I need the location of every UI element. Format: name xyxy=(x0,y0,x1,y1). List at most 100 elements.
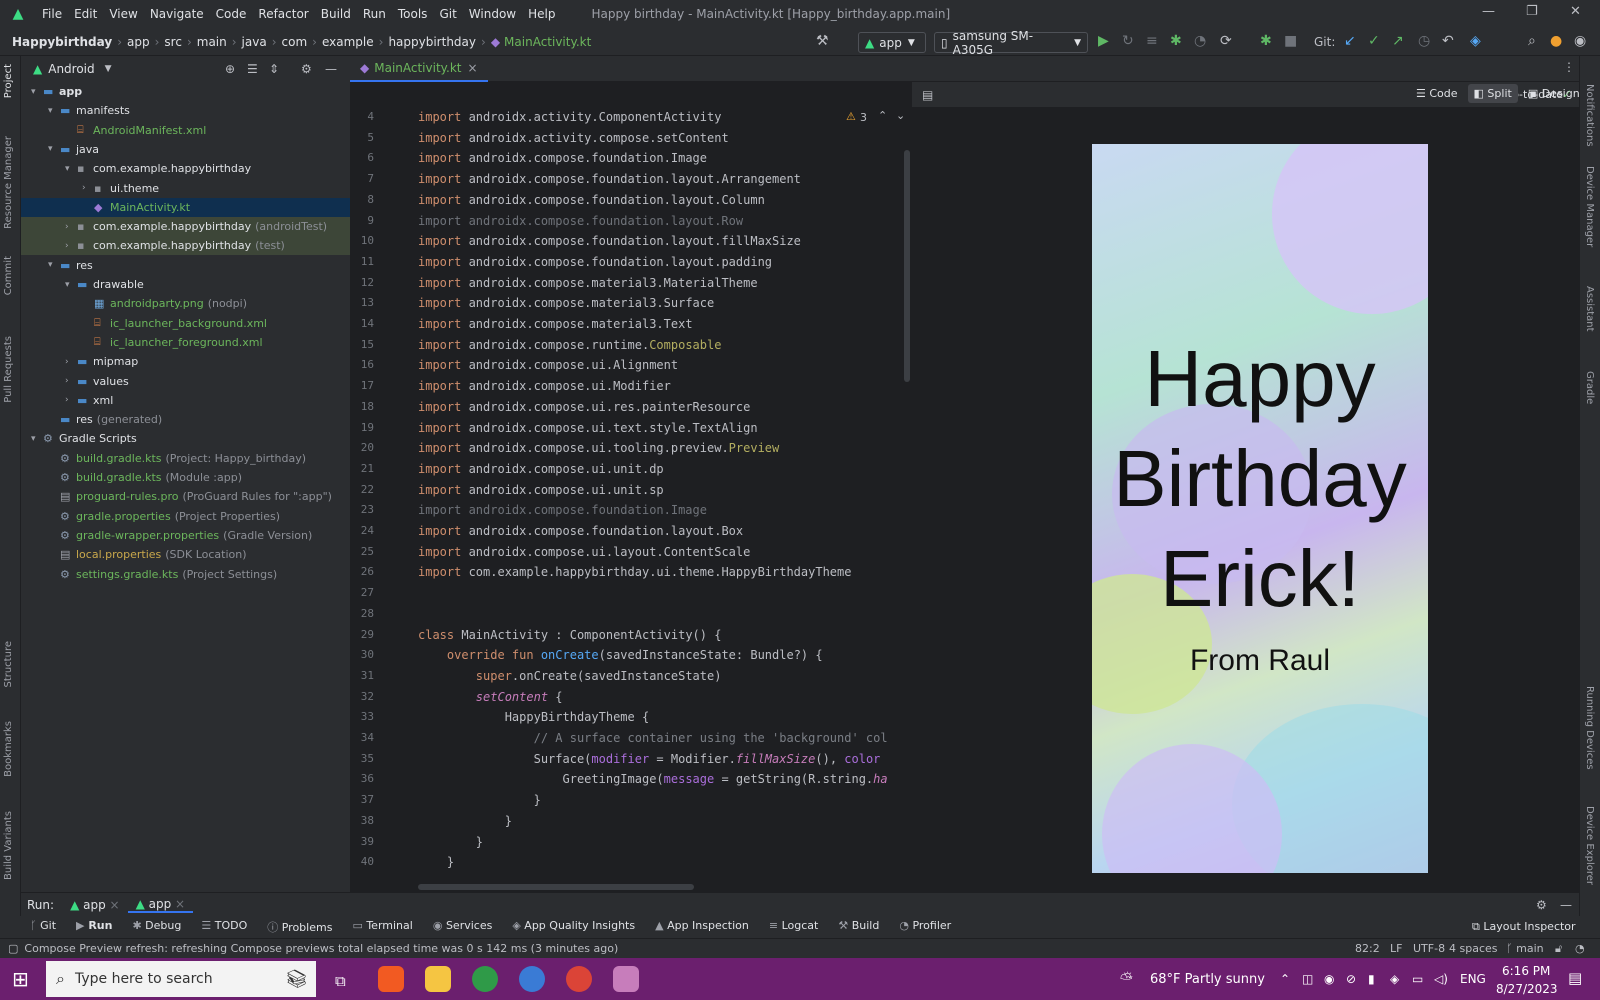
design-mode-button[interactable]: ▣ Design xyxy=(1522,84,1586,103)
run-icon[interactable]: ▶ xyxy=(1098,33,1109,49)
line-separator[interactable]: LF xyxy=(1390,942,1402,955)
menu-item-run[interactable]: Run xyxy=(357,7,392,21)
menu-item-edit[interactable]: Edit xyxy=(68,7,103,21)
tree-item[interactable]: ▾ ▬ java xyxy=(21,140,350,159)
git-commit-icon[interactable]: ✓ xyxy=(1368,33,1380,49)
lock-icon[interactable]: 🔓︎ xyxy=(1555,942,1562,956)
tree-item[interactable]: ▦ androidparty.png (nodpi) xyxy=(21,294,350,313)
display-icon[interactable]: ▭ xyxy=(1412,972,1423,986)
breadcrumb-item[interactable]: com xyxy=(280,35,310,49)
tree-item[interactable]: ⚙ settings.gradle.kts (Project Settings) xyxy=(21,565,350,584)
tree-item[interactable]: ⌸ ic_launcher_foreground.xml xyxy=(21,333,350,352)
indent-setting[interactable]: 4 spaces xyxy=(1449,942,1498,955)
debug-icon[interactable]: ✱ xyxy=(1170,33,1182,49)
hammer-icon[interactable]: ⚒ xyxy=(816,33,829,49)
rerun-icon[interactable]: ↻ xyxy=(1122,33,1134,49)
breadcrumb-item[interactable]: MainActivity.kt xyxy=(502,35,593,49)
chevron-up-icon[interactable]: ⌃ xyxy=(1280,972,1290,986)
chevron-right-icon[interactable]: › xyxy=(65,222,77,232)
clock-date[interactable]: 8/27/2023 xyxy=(1496,982,1558,996)
clock-time[interactable]: 6:16 PM xyxy=(1502,964,1550,978)
chevron-right-icon[interactable]: › xyxy=(65,357,77,367)
chevron-down-icon[interactable]: ▾ xyxy=(31,434,43,444)
network-icon[interactable]: ◈ xyxy=(1390,972,1399,986)
tree-item[interactable]: ▾ ▪ com.example.happybirthday xyxy=(21,159,350,178)
menu-item-view[interactable]: View xyxy=(103,7,143,21)
chevron-down-icon[interactable]: ▾ xyxy=(65,164,77,174)
menu-item-navigate[interactable]: Navigate xyxy=(144,7,210,21)
next-highlight-icon[interactable]: ⌄ xyxy=(896,109,905,122)
status-panel-icon[interactable]: ▢ xyxy=(0,942,24,955)
notification-center-icon[interactable]: ▤ xyxy=(1568,969,1582,987)
profile-icon[interactable]: ◔ xyxy=(1194,33,1206,49)
previous-highlight-icon[interactable]: ⌃ xyxy=(878,109,887,122)
tab-mainactivity[interactable]: ◆ MainActivity.kt × xyxy=(350,56,488,82)
breadcrumb-item[interactable]: main xyxy=(195,35,229,49)
tree-item[interactable]: › ▬ xml xyxy=(21,391,350,410)
side-tab-structure[interactable]: Structure xyxy=(3,641,14,688)
hide-panel-icon[interactable]: — xyxy=(1560,898,1572,912)
close-button[interactable]: ✕ xyxy=(1570,4,1581,19)
tray-icon[interactable]: ⊘ xyxy=(1346,972,1356,986)
tool-window-logcat[interactable]: ≡ Logcat xyxy=(759,919,828,935)
rollback-icon[interactable]: ↶ xyxy=(1442,33,1454,49)
layout-inspector-button[interactable]: ⧉ Layout Inspector xyxy=(1472,920,1576,934)
run-tab-app-2[interactable]: ▲ app × xyxy=(127,897,194,913)
tree-item[interactable]: ⌸ AndroidManifest.xml xyxy=(21,121,350,140)
close-tab-icon[interactable]: × xyxy=(468,61,478,75)
tool-window-problems[interactable]: ⓘ Problems xyxy=(257,919,342,935)
breadcrumb-item[interactable]: java xyxy=(240,35,269,49)
tree-item[interactable]: ▾ ▬ res xyxy=(21,256,350,275)
notifications-icon[interactable]: ◔ xyxy=(1575,942,1585,955)
device-dropdown[interactable]: ▯ samsung SM-A305G ▼ xyxy=(934,29,1088,57)
chrome-icon[interactable] xyxy=(566,966,592,992)
side-tab-device-manager[interactable]: Device Manager xyxy=(1584,166,1595,247)
chevron-down-icon[interactable]: ▼ xyxy=(105,64,112,74)
menu-item-window[interactable]: Window xyxy=(463,7,522,21)
device-mirror-icon[interactable]: ◈ xyxy=(1470,33,1481,49)
vertical-scrollbar[interactable] xyxy=(904,150,910,382)
apply-changes-icon[interactable]: ≡ xyxy=(1146,33,1158,49)
tree-item[interactable]: › ▪ com.example.happybirthday (androidTest) xyxy=(21,217,350,237)
tree-item[interactable]: ▤ local.properties (SDK Location) xyxy=(21,545,350,564)
hide-panel-icon[interactable]: — xyxy=(325,62,337,76)
android-studio-icon[interactable] xyxy=(519,966,545,992)
chevron-right-icon[interactable]: › xyxy=(65,395,77,405)
tool-window-git[interactable]: ᚴ Git xyxy=(20,919,66,935)
breadcrumb-item[interactable]: example xyxy=(320,35,376,49)
brave-browser-icon[interactable] xyxy=(378,966,404,992)
file-explorer-icon[interactable] xyxy=(425,966,451,992)
side-tab-build-variants[interactable]: Build Variants xyxy=(3,811,14,880)
breadcrumb-item[interactable]: happybirthday xyxy=(386,35,478,49)
maximize-button[interactable]: ❐ xyxy=(1526,4,1538,19)
close-tab-icon[interactable]: × xyxy=(171,897,185,911)
tree-item[interactable]: ⚙ gradle-wrapper.properties (Gradle Versio… xyxy=(21,526,350,545)
menu-item-code[interactable]: Code xyxy=(210,7,253,21)
more-icon[interactable]: ⋮ xyxy=(1563,60,1575,74)
file-encoding[interactable]: UTF-8 xyxy=(1413,942,1445,955)
tool-window-services[interactable]: ◉ Services xyxy=(423,919,503,935)
tool-window-debug[interactable]: ✱ Debug xyxy=(122,919,191,935)
breadcrumb-item[interactable]: src xyxy=(162,35,184,49)
taskbar-search[interactable]: ⌕ Type here to search 📚︎ xyxy=(46,961,316,997)
code-editor[interactable]: 4 5 6 7 8 9 10 11 12 13 14 15 16 17 18 19 20 21 22 23 24 25 26… xyxy=(350,82,912,892)
volume-icon[interactable]: ◁) xyxy=(1434,972,1448,986)
bug-icon[interactable]: ✱ xyxy=(1260,33,1272,49)
side-tab-commit[interactable]: Commit xyxy=(3,256,14,295)
side-tab-gradle[interactable]: Gradle xyxy=(1584,371,1595,404)
side-tab-bookmarks[interactable]: Bookmarks xyxy=(3,721,14,777)
language-indicator[interactable]: ENG xyxy=(1460,972,1486,986)
chevron-right-icon[interactable]: › xyxy=(82,183,94,193)
collapse-all-icon[interactable]: ⇕ xyxy=(269,62,279,76)
tool-window-app-inspection[interactable]: ▲ App Inspection xyxy=(645,919,759,935)
gear-icon[interactable]: ⚙ xyxy=(1536,898,1547,912)
minimize-button[interactable]: — xyxy=(1482,4,1495,19)
chevron-down-icon[interactable]: ▾ xyxy=(48,144,60,154)
tool-window-run[interactable]: ▶ Run xyxy=(66,919,122,935)
tree-item[interactable]: ▾ ▬ drawable xyxy=(21,275,350,294)
chevron-down-icon[interactable]: ▾ xyxy=(31,87,43,97)
tree-item[interactable]: ▾ ⚙ Gradle Scripts xyxy=(21,429,350,448)
history-icon[interactable]: ◷ xyxy=(1418,33,1430,49)
expand-all-icon[interactable]: ☰ xyxy=(247,62,258,76)
update-icon[interactable]: ● xyxy=(1550,33,1562,49)
